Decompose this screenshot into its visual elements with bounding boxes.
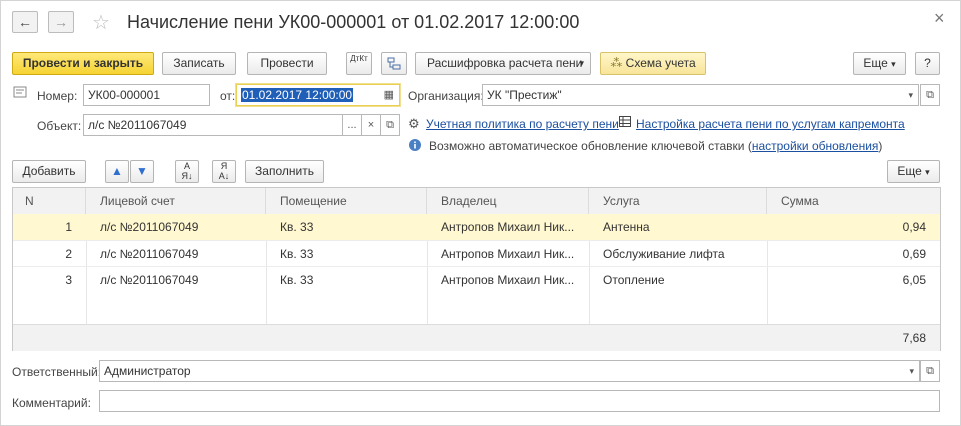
table-more-label: Еще <box>897 164 922 178</box>
fill-button[interactable]: Заполнить <box>245 160 324 183</box>
comment-label: Комментарий: <box>12 396 91 410</box>
table-row[interactable]: 1 л/с №2011067049 Кв. 33 Антропов Михаил… <box>13 214 940 240</box>
row-room: Кв. 33 <box>280 220 314 234</box>
more-label: Еще <box>863 56 888 70</box>
table-row[interactable]: 2 л/с №2011067049 Кв. 33 Антропов Михаил… <box>13 240 940 267</box>
row-service: Антенна <box>603 220 650 234</box>
key-rate-info: Возможно автоматическое обновление ключе… <box>429 139 882 153</box>
favorite-star-icon[interactable]: ☆ <box>92 10 110 35</box>
organization-value: УК "Престиж" <box>487 88 562 102</box>
row-sum: 6,05 <box>902 273 926 287</box>
column-header-room[interactable]: Помещение <box>266 188 427 214</box>
row-room: Кв. 33 <box>280 273 314 287</box>
number-field[interactable]: УК00-000001 <box>83 84 210 106</box>
sort-descending-icon: Я А↓ <box>218 161 230 181</box>
column-header-owner[interactable]: Владелец <box>427 188 589 214</box>
column-header-n[interactable]: N <box>13 188 86 214</box>
dropdown-arrow-icon: ▾ <box>891 59 896 69</box>
open-organization-icon[interactable]: ⧉ <box>920 84 940 106</box>
organization-field[interactable]: УК "Престиж" ▾ <box>482 84 919 106</box>
structure-button[interactable] <box>381 52 407 75</box>
row-owner: Антропов Михаил Ник... <box>441 247 575 261</box>
open-object-icon[interactable]: ⧉ <box>380 114 400 136</box>
date-value: 01.02.2017 12:00:00 <box>241 88 354 102</box>
row-number: 1 <box>65 220 72 234</box>
row-service: Отопление <box>603 273 665 287</box>
column-header-sum[interactable]: Сумма <box>767 188 940 214</box>
date-label: от: <box>220 89 236 103</box>
penalty-decode-label: Расшифровка расчета пени <box>427 56 583 70</box>
dropdown-arrow-icon[interactable]: ▾ <box>909 361 914 381</box>
row-sum: 0,94 <box>902 220 926 234</box>
column-header-service[interactable]: Услуга <box>589 188 767 214</box>
back-button[interactable]: ← <box>12 11 38 33</box>
row-account: л/с №2011067049 <box>100 247 199 261</box>
accounting-scheme-label: Схема учета <box>625 56 696 70</box>
dtkt-report-button[interactable]: ДтКт <box>346 52 372 75</box>
responsible-value: Администратор <box>104 364 191 378</box>
total-sum: 7,68 <box>902 331 926 345</box>
capital-repair-settings-link[interactable]: Настройка расчета пени по услугам капрем… <box>636 117 905 131</box>
info-text-close: ) <box>878 139 883 153</box>
info-text: Возможно автоматическое обновление ключе… <box>429 139 752 153</box>
sort-descending-button[interactable]: Я А↓ <box>212 160 236 183</box>
organization-label: Организация: <box>408 89 484 103</box>
clear-icon[interactable]: × <box>361 114 381 136</box>
row-number: 3 <box>65 273 72 287</box>
hierarchy-icon <box>387 57 401 74</box>
select-ellipsis-icon[interactable]: ... <box>342 114 362 136</box>
post-button[interactable]: Провести <box>247 52 327 75</box>
sort-ascending-icon: А Я↓ <box>181 161 193 181</box>
dropdown-arrow-icon: ▾ <box>579 58 584 68</box>
info-icon <box>409 139 421 154</box>
move-up-button[interactable]: ▲ <box>105 160 129 183</box>
number-label: Номер: <box>37 89 78 103</box>
sort-ascending-button[interactable]: А Я↓ <box>175 160 199 183</box>
dropdown-arrow-icon: ▾ <box>925 167 930 177</box>
column-header-account[interactable]: Лицевой счет <box>86 188 266 214</box>
save-button[interactable]: Записать <box>162 52 236 75</box>
table-footer: 7,68 <box>13 324 940 351</box>
post-and-close-button[interactable]: Провести и закрыть <box>12 52 154 75</box>
close-icon[interactable]: × <box>934 8 945 29</box>
dtkt-icon: ДтКт <box>350 54 368 63</box>
responsible-label: Ответственный: <box>12 365 102 379</box>
arrow-up-icon: ▲ <box>111 164 123 178</box>
accounting-scheme-button[interactable]: ⁂ Схема учета <box>600 52 706 75</box>
forward-button[interactable]: → <box>48 11 74 33</box>
date-field[interactable]: 01.02.2017 12:00:00 ▦ <box>236 84 400 106</box>
charges-table: N Лицевой счет Помещение Владелец Услуга… <box>12 187 941 351</box>
object-field[interactable]: л/с №2011067049 <box>83 114 343 136</box>
table-icon <box>619 116 631 130</box>
calendar-icon[interactable]: ▦ <box>384 85 394 105</box>
row-owner: Антропов Михаил Ник... <box>441 220 575 234</box>
scheme-icon: ⁂ <box>610 56 623 70</box>
row-owner: Антропов Михаил Ник... <box>441 273 575 287</box>
responsible-field[interactable]: Администратор ▾ <box>99 360 920 382</box>
help-button[interactable]: ? <box>915 52 940 75</box>
object-label: Объект: <box>37 119 82 133</box>
table-row[interactable]: 3 л/с №2011067049 Кв. 33 Антропов Михаил… <box>13 266 940 293</box>
table-more-button[interactable]: Еще ▾ <box>887 160 940 183</box>
row-service: Обслуживание лифта <box>603 247 725 261</box>
update-settings-link[interactable]: настройки обновления <box>752 139 879 153</box>
comment-field[interactable] <box>99 390 940 412</box>
dropdown-arrow-icon[interactable]: ▾ <box>908 85 913 105</box>
row-account: л/с №2011067049 <box>100 220 199 234</box>
add-button[interactable]: Добавить <box>12 160 86 183</box>
more-button[interactable]: Еще ▾ <box>853 52 906 75</box>
open-responsible-icon[interactable]: ⧉ <box>920 360 940 382</box>
arrow-down-icon: ▼ <box>136 164 148 178</box>
document-icon <box>13 86 27 101</box>
page-title: Начисление пени УК00-000001 от 01.02.201… <box>127 12 580 32</box>
row-sum: 0,69 <box>902 247 926 261</box>
row-number: 2 <box>65 247 72 261</box>
move-down-button[interactable]: ▼ <box>130 160 154 183</box>
policy-link[interactable]: Учетная политика по расчету пени <box>426 117 619 131</box>
gear-icon: ⚙ <box>408 116 420 131</box>
penalty-decode-dropdown[interactable]: Расшифровка расчета пени ▾ <box>415 52 591 75</box>
row-account: л/с №2011067049 <box>100 273 199 287</box>
row-room: Кв. 33 <box>280 247 314 261</box>
